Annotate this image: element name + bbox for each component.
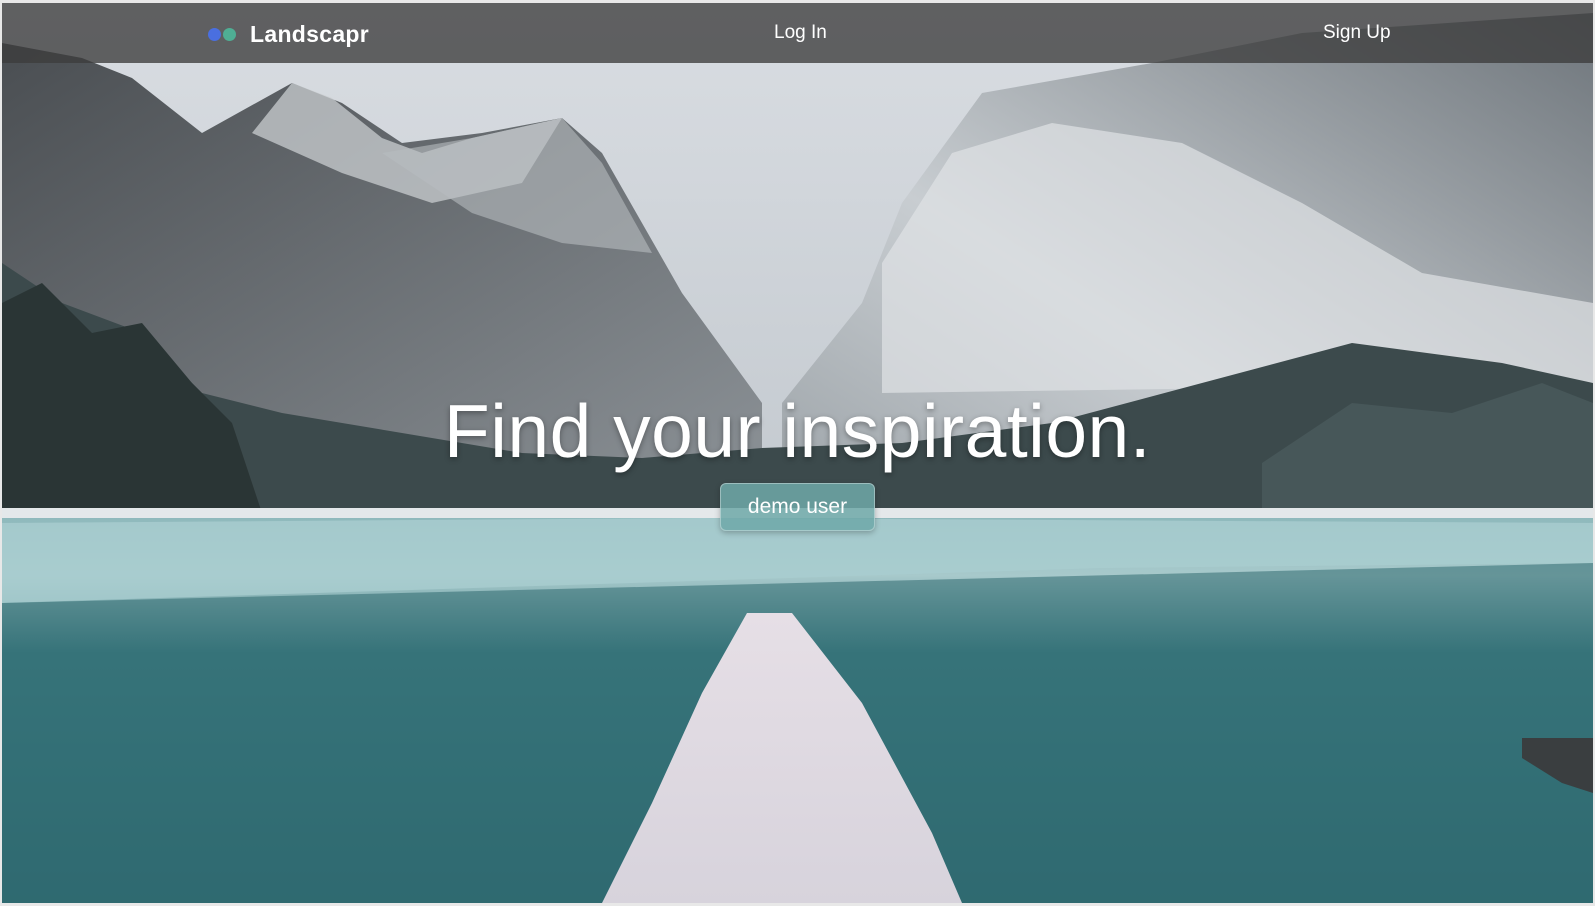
login-link[interactable]: Log In <box>774 22 827 44</box>
page-frame: Landscapr Log In Sign Up Find your inspi… <box>2 3 1593 903</box>
top-navbar: Landscapr Log In Sign Up <box>2 3 1593 63</box>
signup-link[interactable]: Sign Up <box>1323 22 1391 44</box>
logo-dot-green <box>223 27 236 41</box>
brand-name[interactable]: Landscapr <box>250 21 369 48</box>
brand[interactable]: Landscapr <box>208 20 369 48</box>
hero-headline: Find your inspiration. <box>443 389 1152 473</box>
logo-icon <box>208 27 236 41</box>
demo-user-button[interactable]: demo user <box>720 483 875 531</box>
logo-dot-blue <box>208 27 221 41</box>
